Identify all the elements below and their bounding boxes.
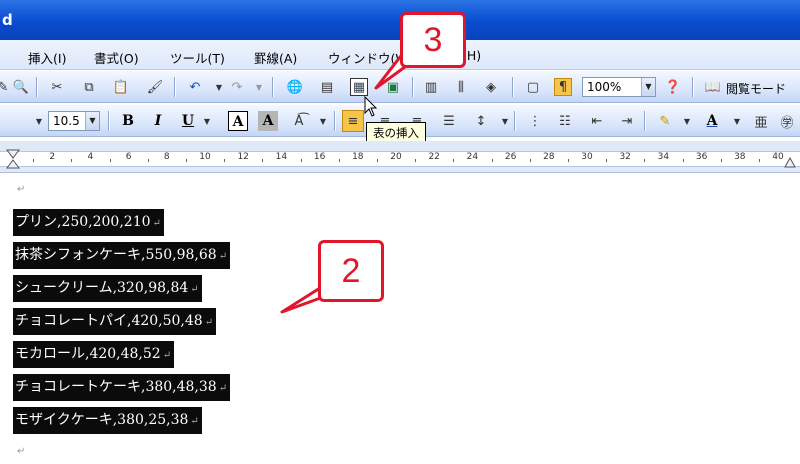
step-3-callout: 3 bbox=[400, 12, 466, 68]
step-2-callout: 2 bbox=[318, 240, 384, 302]
callout-pointers bbox=[280, 50, 422, 314]
